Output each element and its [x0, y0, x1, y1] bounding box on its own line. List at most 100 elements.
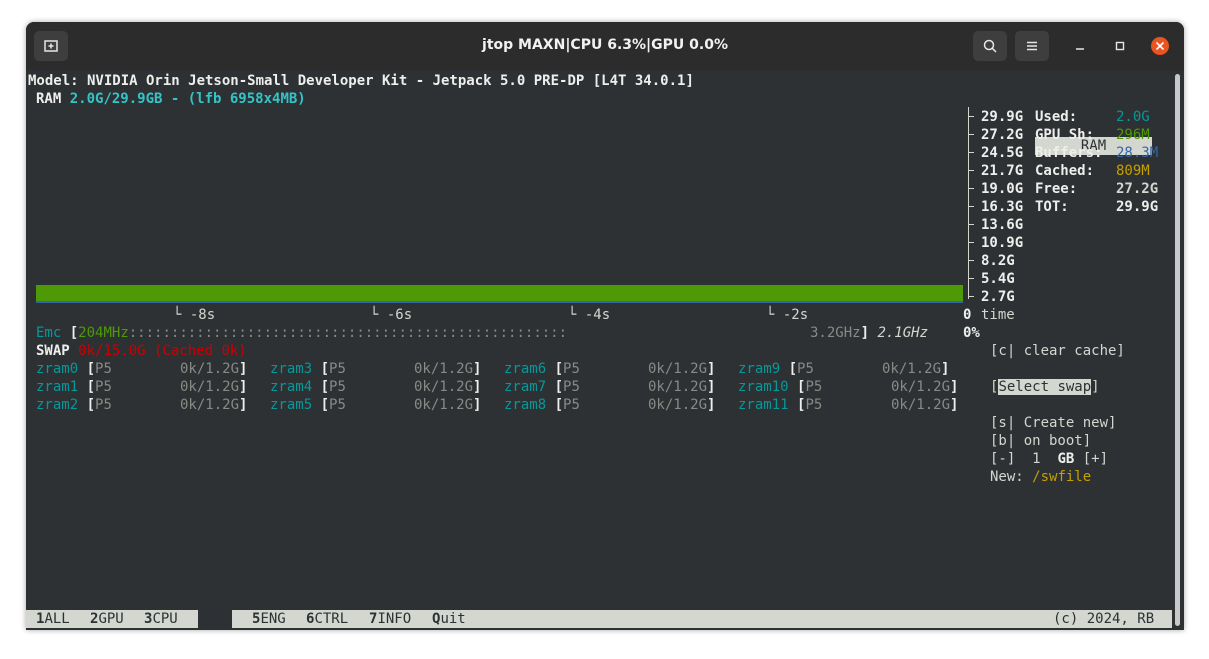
tab-uit[interactable]: Quit [432, 610, 466, 628]
zram-name: zram2 [36, 397, 79, 413]
legend-value: 809M [1116, 163, 1150, 179]
on-boot-toggle[interactable]: [b| on boot] [990, 432, 1091, 450]
menu-button[interactable] [1015, 31, 1049, 61]
tab-ctrl[interactable]: 6CTRL [306, 610, 348, 628]
close-button[interactable] [1150, 36, 1170, 56]
swap-row: SWAP 0k/15.0G (Cached 0k) [36, 342, 247, 360]
tab-eng[interactable]: 5ENG [252, 610, 286, 628]
x-tick-label: -6s [386, 307, 413, 323]
tab-gpu[interactable]: 2GPU [90, 610, 124, 628]
zram-name: zram9 [738, 361, 781, 377]
tab-label: INFO [377, 611, 412, 627]
legend-label: Free: [1035, 181, 1078, 197]
y-tick-mark [968, 134, 974, 135]
emc-close: ] [860, 325, 870, 341]
terminal-content[interactable]: Model: NVIDIA Orin Jetson-Small Develope… [26, 70, 1172, 630]
zram-item: zram1 [P5 [36, 378, 112, 396]
tab-mem[interactable]: 4MEM [198, 610, 232, 628]
swap-label: SWAP [36, 343, 70, 359]
zram-bracket-open: [ [78, 379, 96, 395]
legend-value: 29.9G [1116, 199, 1159, 215]
zram-item: zram7 [P5 [504, 378, 580, 396]
tab-cpu[interactable]: 3CPU [144, 610, 178, 628]
y-axis [968, 107, 969, 299]
zram-item: zram9 [P5 [738, 360, 814, 378]
create-new-swap-button[interactable]: [s| Create new] [990, 414, 1116, 432]
swap-value: 0k/15.0G (Cached 0k) [78, 343, 247, 359]
increase-size-button[interactable]: [+] [1083, 451, 1108, 467]
ram-value: 2.0G/29.9GB - (lfb 6958x4MB) [69, 91, 306, 107]
zram-bracket-close: ] [473, 361, 482, 377]
zram-priority: P5 [563, 379, 580, 395]
emc-label: Emc [36, 325, 62, 341]
zram-priority: P5 [805, 379, 823, 395]
ram-buffers-line [36, 301, 963, 303]
maximize-button[interactable] [1110, 36, 1130, 56]
zram-bracket-close: ] [239, 397, 248, 413]
zram-name: zram10 [738, 379, 789, 395]
swap-size-row: [-] 1 GB [+] [990, 450, 1108, 468]
zram-bracket-close: ] [950, 379, 959, 395]
copyright: (c) 2024, RB [1053, 611, 1155, 627]
scrollbar[interactable] [1172, 70, 1184, 630]
x-tick-label: -8s [189, 307, 216, 323]
x-tick: └ -6s [370, 307, 413, 323]
title-bar: jtop MAXN|CPU 6.3%|GPU 0.0% [26, 22, 1184, 70]
zram-bracket-open: [ [312, 397, 330, 413]
select-swap-button[interactable]: Select swap [998, 379, 1092, 395]
search-button[interactable] [973, 31, 1007, 61]
zram-item: zram4 [P5 [270, 378, 346, 396]
zram-bracket-close: ] [941, 361, 950, 377]
y-tick-label: 5.4G [981, 271, 1015, 287]
legend-value: 28.3M [1116, 145, 1159, 161]
zram-priority: P5 [95, 397, 112, 413]
swap-size-value: 1 [1032, 451, 1041, 467]
zram-bracket-open: [ [312, 379, 330, 395]
x-tick-label: -2s [782, 307, 809, 323]
footer-bar: 1ALL 2GPU 3CPU 4MEM 5ENG 6CTRL 7INFO Quit (c) 2… [26, 610, 1172, 628]
x-tick: └ -8s [173, 307, 216, 323]
y-tick-label: 29.9G [981, 109, 1024, 125]
select-swap-row[interactable]: [Select swap] [990, 378, 1100, 396]
zram-size: 0k/1.2G] [414, 396, 481, 414]
zram-size-value: 0k/1.2G [180, 379, 240, 395]
zram-item: zram11 [P5 [738, 396, 822, 414]
y-tick-label: 16.3G [981, 199, 1024, 215]
y-tick-label: 13.6G [981, 217, 1024, 233]
zram-name: zram5 [270, 397, 313, 413]
decrease-size-button[interactable]: [-] [990, 451, 1015, 467]
y-tick-mark [968, 278, 974, 279]
zram-size: 0k/1.2G] [648, 360, 715, 378]
emc-dots: ::::::::::::::::::::::::::::::::::::::::… [128, 325, 568, 341]
tab-label: ENG [260, 611, 286, 627]
y-tick-label: 24.5G [981, 145, 1024, 161]
scrollbar-thumb[interactable] [1175, 74, 1180, 626]
tab-label: GPU [98, 611, 124, 627]
y-tick-mark [968, 242, 974, 243]
zram-priority: P5 [329, 379, 346, 395]
zram-priority: P5 [563, 397, 580, 413]
legend-value: 27.2G [1116, 181, 1159, 197]
legend-label: GPU Sh: [1035, 127, 1095, 143]
window-title: jtop MAXN|CPU 6.3%|GPU 0.0% [482, 37, 728, 53]
zram-size: 0k/1.2G] [882, 360, 949, 378]
zram-bracket-open: [ [780, 361, 798, 377]
zram-size-value: 0k/1.2G [891, 379, 951, 395]
minimize-button[interactable] [1070, 36, 1090, 56]
zram-item: zram8 [P5 [504, 396, 580, 414]
y-tick-mark [968, 152, 974, 153]
zram-priority: P5 [805, 397, 823, 413]
legend-label: Buffers: [1035, 145, 1103, 161]
tab-all[interactable]: 1ALL [36, 610, 70, 628]
x-tick: └ -2s [766, 307, 809, 323]
clear-cache-button[interactable]: [c| clear cache] [990, 342, 1125, 360]
zram-name: zram0 [36, 361, 79, 377]
zram-bracket-open: [ [788, 397, 806, 413]
zram-size: 0k/1.2G] [891, 378, 958, 396]
y-tick-mark [968, 170, 974, 171]
zram-priority: P5 [95, 379, 112, 395]
zram-bracket-close: ] [707, 361, 716, 377]
tab-info[interactable]: 7INFO [369, 610, 411, 628]
maximize-icon [1115, 41, 1125, 51]
y-tick-mark [968, 188, 974, 189]
